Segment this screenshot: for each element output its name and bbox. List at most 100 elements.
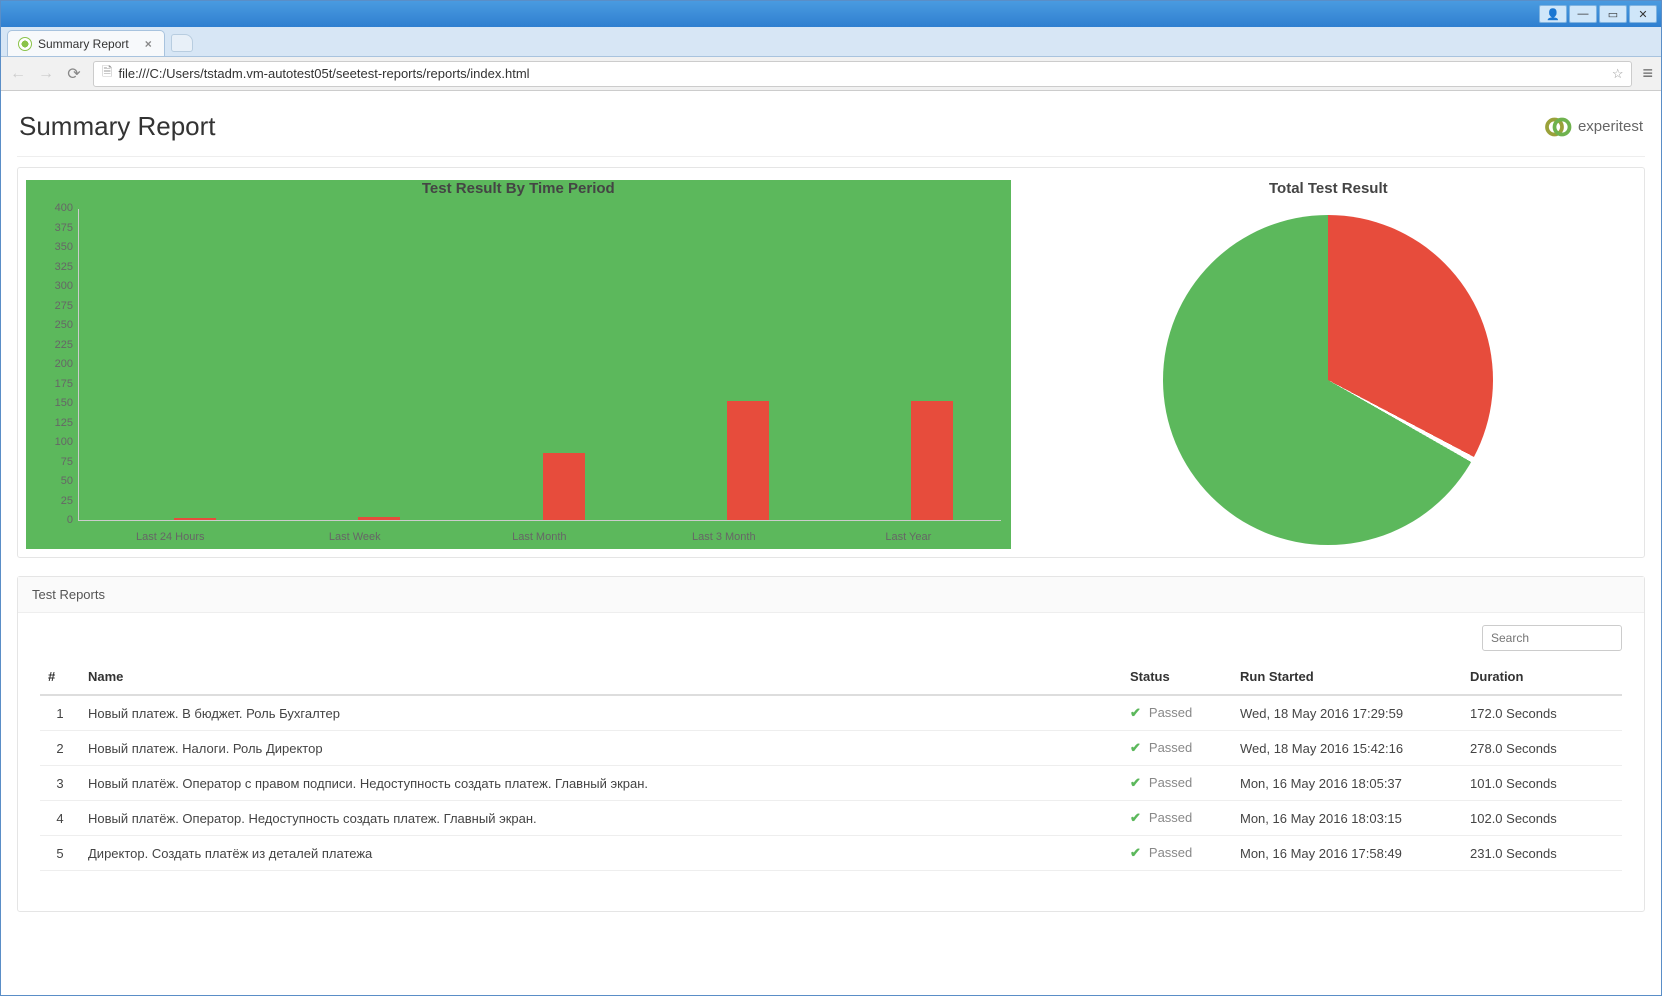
table-row[interactable]: 3Новый платёж. Оператор с правом подписи…	[40, 766, 1622, 801]
bar-chart-ytick: 400	[33, 202, 73, 214]
cell-status: ✔Passed	[1122, 801, 1232, 836]
bar-passed	[863, 251, 905, 520]
brand-logo-text: experitest	[1578, 118, 1643, 135]
url-input[interactable]: 🗎 file:///C:/Users/tstadm.vm-autotest05t…	[93, 61, 1632, 87]
bar-chart: 0255075100125150175200225250275300325350…	[78, 209, 1001, 549]
bar-chart-xlabel: Last Month	[447, 525, 632, 549]
bar-chart-ytick: 325	[33, 261, 73, 273]
check-icon: ✔	[1130, 740, 1141, 755]
cell-duration: 278.0 Seconds	[1462, 731, 1622, 766]
bookmark-star-icon[interactable]: ☆	[1612, 66, 1624, 82]
bar-group	[448, 334, 632, 520]
reports-panel-title: Test Reports	[18, 577, 1644, 613]
bar-chart-xlabel: Last 3 Month	[632, 525, 817, 549]
bar-chart-ytick: 175	[33, 378, 73, 390]
bar-chart-ytick: 100	[33, 436, 73, 448]
cell-duration: 101.0 Seconds	[1462, 766, 1622, 801]
bar-chart-xlabel: Last 24 Hours	[78, 525, 263, 549]
bar-passed	[679, 251, 721, 520]
bar-chart-xlabel: Last Year	[816, 525, 1001, 549]
tab-close-icon[interactable]: ×	[145, 37, 152, 51]
bar-chart-box: Test Result By Time Period 0255075100125…	[26, 180, 1011, 549]
cell-started: Wed, 18 May 2016 17:29:59	[1232, 695, 1462, 731]
table-row[interactable]: 5Директор. Создать платёж из деталей пла…	[40, 836, 1622, 871]
bar-chart-ytick: 200	[33, 358, 73, 370]
page-viewport[interactable]: Summary Report experitest Test Result By…	[1, 91, 1661, 995]
back-button[interactable]: ←	[9, 65, 27, 83]
minimize-button[interactable]: —	[1569, 5, 1597, 23]
address-bar: ← → ⟳ 🗎 file:///C:/Users/tstadm.vm-autot…	[1, 57, 1661, 91]
bar-passed	[310, 512, 352, 520]
tab-favicon-icon	[18, 37, 32, 51]
brand-logo: experitest	[1544, 115, 1643, 139]
bar-chart-ytick: 250	[33, 319, 73, 331]
reports-table: # Name Status Run Started Duration 1Новы…	[40, 659, 1622, 871]
cell-num: 2	[40, 731, 80, 766]
pie-chart	[1163, 215, 1493, 545]
cell-name: Директор. Создать платёж из деталей плат…	[80, 836, 1122, 871]
col-header-started[interactable]: Run Started	[1232, 659, 1462, 695]
bar-chart-ytick: 125	[33, 417, 73, 429]
pie-chart-box: Total Test Result	[1021, 180, 1636, 549]
url-text: file:///C:/Users/tstadm.vm-autotest05t/s…	[118, 66, 529, 81]
cell-started: Mon, 16 May 2016 18:03:15	[1232, 801, 1462, 836]
col-header-status[interactable]: Status	[1122, 659, 1232, 695]
cell-duration: 231.0 Seconds	[1462, 836, 1622, 871]
bar-chart-xlabel: Last Week	[263, 525, 448, 549]
search-input[interactable]	[1482, 625, 1622, 651]
col-header-name[interactable]: Name	[80, 659, 1122, 695]
tab-strip: Summary Report ×	[1, 27, 1661, 57]
table-row[interactable]: 1Новый платеж. В бюджет. Роль Бухгалтер✔…	[40, 695, 1622, 731]
cell-started: Wed, 18 May 2016 15:42:16	[1232, 731, 1462, 766]
col-header-duration[interactable]: Duration	[1462, 659, 1622, 695]
cell-started: Mon, 16 May 2016 18:05:37	[1232, 766, 1462, 801]
bar-chart-plot-area: 0255075100125150175200225250275300325350…	[78, 209, 1001, 521]
bar-passed	[495, 334, 537, 520]
bar-failed	[174, 518, 216, 520]
bar-chart-ytick: 25	[33, 495, 73, 507]
bar-group	[632, 251, 816, 520]
cell-status: ✔Passed	[1122, 695, 1232, 731]
table-row[interactable]: 4Новый платёж. Оператор. Недоступность с…	[40, 801, 1622, 836]
cell-num: 4	[40, 801, 80, 836]
bar-chart-title: Test Result By Time Period	[26, 180, 1011, 197]
bar-group	[816, 251, 1000, 520]
bar-chart-ytick: 75	[33, 456, 73, 468]
experitest-logo-icon	[1544, 115, 1574, 139]
cell-status: ✔Passed	[1122, 766, 1232, 801]
cell-started: Mon, 16 May 2016 17:58:49	[1232, 836, 1462, 871]
cell-name: Новый платеж. В бюджет. Роль Бухгалтер	[80, 695, 1122, 731]
page-title: Summary Report	[19, 111, 216, 142]
new-tab-button[interactable]	[171, 34, 193, 52]
forward-button[interactable]: →	[37, 65, 55, 83]
bar-chart-ytick: 50	[33, 475, 73, 487]
bar-failed	[358, 517, 400, 520]
cell-status: ✔Passed	[1122, 836, 1232, 871]
user-button[interactable]: 👤	[1539, 5, 1567, 23]
cell-status: ✔Passed	[1122, 731, 1232, 766]
page-icon: 🗎	[102, 63, 112, 85]
bar-group	[79, 518, 263, 520]
col-header-num[interactable]: #	[40, 659, 80, 695]
browser-tab[interactable]: Summary Report ×	[7, 30, 165, 56]
bar-passed	[126, 518, 168, 520]
close-window-button[interactable]: ✕	[1629, 5, 1657, 23]
cell-name: Новый платёж. Оператор. Недоступность со…	[80, 801, 1122, 836]
browser-window: 👤 — ▭ ✕ Summary Report × ← → ⟳ 🗎 file://…	[0, 0, 1662, 996]
check-icon: ✔	[1130, 845, 1141, 860]
check-icon: ✔	[1130, 810, 1141, 825]
browser-menu-button[interactable]: ≡	[1642, 63, 1653, 84]
table-row[interactable]: 2Новый платеж. Налоги. Роль Директор✔Pas…	[40, 731, 1622, 766]
cell-num: 1	[40, 695, 80, 731]
bar-failed	[911, 401, 953, 520]
check-icon: ✔	[1130, 705, 1141, 720]
bar-chart-ytick: 225	[33, 339, 73, 351]
bar-chart-x-axis: Last 24 HoursLast WeekLast MonthLast 3 M…	[78, 525, 1001, 549]
bar-chart-ytick: 300	[33, 280, 73, 292]
maximize-button[interactable]: ▭	[1599, 5, 1627, 23]
reload-button[interactable]: ⟳	[65, 64, 83, 84]
page-header: Summary Report experitest	[17, 105, 1645, 157]
bar-chart-ytick: 350	[33, 241, 73, 253]
cell-num: 3	[40, 766, 80, 801]
bar-chart-ytick: 275	[33, 300, 73, 312]
